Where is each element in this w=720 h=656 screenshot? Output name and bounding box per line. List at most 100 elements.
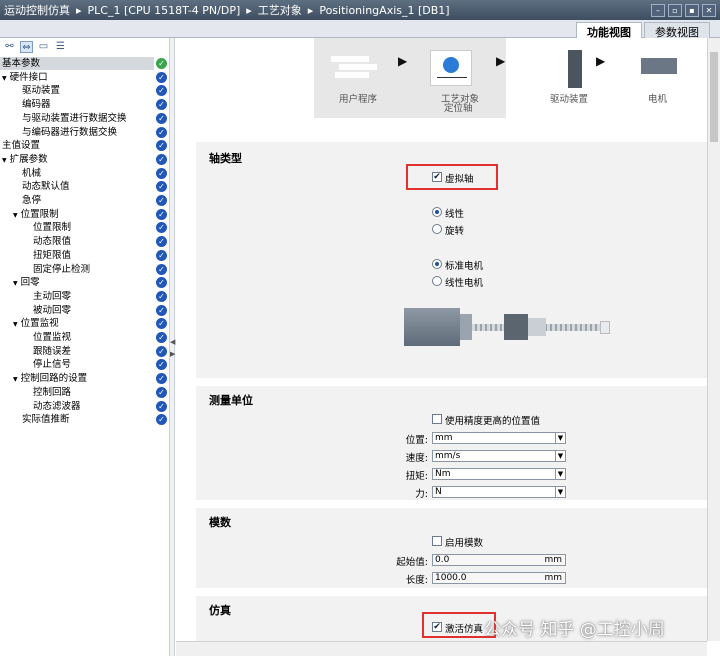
tab-function-view[interactable]: 功能视图 bbox=[576, 22, 642, 39]
nav-item[interactable]: 主值设置 bbox=[0, 139, 154, 152]
nav-item-label: 控制回路的设置 bbox=[20, 373, 88, 385]
high-precision-checkbox[interactable] bbox=[432, 414, 442, 424]
nav-item[interactable]: 主动回零 bbox=[0, 290, 154, 303]
modulo-start-unit: mm bbox=[544, 555, 562, 565]
nav-item-label: 机械 bbox=[22, 167, 42, 179]
activate-simulation-checkbox[interactable]: ✔ bbox=[432, 622, 442, 632]
nav-item[interactable]: 急停 bbox=[0, 194, 154, 207]
linear-radio[interactable] bbox=[432, 207, 442, 217]
nav-item[interactable]: 动态滤波器 bbox=[0, 400, 154, 413]
scroll-thumb[interactable] bbox=[710, 52, 718, 142]
velocity-unit-select[interactable]: mm/s ▼ bbox=[432, 450, 566, 462]
chevron-down-icon[interactable]: ▼ bbox=[555, 433, 565, 443]
expand-toggle-icon[interactable]: ▼ bbox=[13, 376, 18, 383]
axis-view-icon[interactable]: ⇔ bbox=[20, 41, 33, 53]
breadcrumb-axis[interactable]: PositioningAxis_1 [DB1] bbox=[319, 4, 449, 17]
virtual-axis-checkbox[interactable]: ✔ bbox=[432, 172, 442, 182]
expand-toggle-icon[interactable]: ▼ bbox=[2, 157, 7, 164]
nav-item[interactable]: 机械 bbox=[0, 167, 154, 180]
standard-motor-radio[interactable] bbox=[432, 259, 442, 269]
nav-item-label: 与驱动装置进行数据交换 bbox=[22, 112, 127, 124]
breadcrumb-project[interactable]: 运动控制仿真 bbox=[4, 2, 70, 18]
nav-item[interactable]: 驱动装置 bbox=[0, 84, 154, 97]
nav-item[interactable]: 固定停止检测 bbox=[0, 263, 154, 276]
status-check-icon: ✓ bbox=[156, 236, 167, 248]
nav-item[interactable]: 位置限制 bbox=[0, 221, 154, 234]
expand-toggle-icon[interactable]: ▼ bbox=[2, 75, 7, 82]
modulo-start-input[interactable]: 0.0 mm bbox=[432, 554, 566, 566]
modulo-length-value: 1000.0 bbox=[435, 573, 467, 583]
expand-right-icon[interactable]: ▶ bbox=[170, 350, 175, 358]
nav-item[interactable]: 实际值推断 bbox=[0, 413, 154, 426]
motor-icon bbox=[641, 58, 677, 74]
nav-item[interactable]: 位置监视 bbox=[0, 331, 154, 344]
list-view-icon[interactable]: ☰ bbox=[54, 41, 67, 53]
nav-item-label: 停止信号 bbox=[33, 359, 72, 371]
expand-toggle-icon[interactable]: ▼ bbox=[13, 321, 18, 328]
position-unit-select[interactable]: mm ▼ bbox=[432, 432, 566, 444]
folder-view-icon[interactable]: ▭ bbox=[37, 41, 50, 53]
nav-item[interactable]: 控制回路 bbox=[0, 386, 154, 399]
nav-item-label: 控制回路 bbox=[33, 386, 72, 398]
nav-item[interactable]: 编码器 bbox=[0, 98, 154, 111]
torque-unit-select[interactable]: Nm ▼ bbox=[432, 468, 566, 480]
breadcrumb-technology-objects[interactable]: 工艺对象 bbox=[258, 2, 302, 18]
status-check-icon: ✓ bbox=[156, 126, 167, 138]
status-check-icon: ✓ bbox=[156, 167, 167, 179]
status-check-icon: ✓ bbox=[156, 195, 167, 206]
minimize-button[interactable]: – bbox=[651, 3, 665, 17]
force-unit-select[interactable]: N ▼ bbox=[432, 486, 566, 498]
expand-toggle-icon[interactable]: ▼ bbox=[13, 212, 18, 219]
status-check-icon: ✓ bbox=[156, 290, 167, 302]
nav-item-label: 与编码器进行数据交换 bbox=[22, 126, 118, 138]
nav-item[interactable]: ▼ 回零 bbox=[0, 276, 154, 289]
restore-button[interactable]: ▫ bbox=[668, 3, 682, 17]
position-unit-value: mm bbox=[435, 433, 453, 443]
tab-parameter-view[interactable]: 参数视图 bbox=[644, 22, 710, 39]
tree-view-icon[interactable]: ⚯ bbox=[3, 41, 16, 53]
breadcrumb-separator: ▸ bbox=[307, 3, 314, 17]
modulo-length-input[interactable]: 1000.0 mm bbox=[432, 572, 566, 584]
chevron-down-icon[interactable]: ▼ bbox=[555, 451, 565, 461]
expand-toggle-icon[interactable]: ▼ bbox=[13, 280, 18, 287]
nav-item[interactable]: ▼ 扩展参数 bbox=[0, 153, 154, 166]
diagram-label-positioning-axis: 定位轴 bbox=[444, 103, 473, 114]
nav-item[interactable]: ▼ 硬件接口 bbox=[0, 71, 154, 84]
nav-item-label: 编码器 bbox=[22, 99, 51, 111]
nav-item[interactable]: 基本参数 bbox=[0, 57, 154, 70]
standard-motor-label: 标准电机 bbox=[445, 261, 484, 272]
breadcrumb-plc[interactable]: PLC_1 [CPU 1518T-4 PN/DP] bbox=[88, 4, 241, 17]
linear-motor-radio[interactable] bbox=[432, 276, 442, 286]
nav-item[interactable]: 扭矩限值 bbox=[0, 249, 154, 262]
nav-item-label: 实际值推断 bbox=[22, 414, 70, 426]
maximize-button[interactable]: ▪ bbox=[685, 3, 699, 17]
nav-item[interactable]: 动态默认值 bbox=[0, 180, 154, 193]
nav-item[interactable]: 动态限值 bbox=[0, 235, 154, 248]
nav-item[interactable]: 被动回零 bbox=[0, 304, 154, 317]
nav-item[interactable]: ▼ 位置监视 bbox=[0, 317, 154, 330]
nav-item[interactable]: 跟随误差 bbox=[0, 345, 154, 358]
modulo-section: 模数 启用模数 起始值: 0.0 mm 长度: 1000.0 mm bbox=[196, 508, 707, 588]
virtual-axis-label: 虚拟轴 bbox=[445, 174, 474, 185]
nav-item[interactable]: ▼ 控制回路的设置 bbox=[0, 372, 154, 385]
chevron-down-icon[interactable]: ▼ bbox=[555, 487, 565, 497]
status-check-icon: ✓ bbox=[156, 153, 167, 165]
status-check-icon: ✓ bbox=[156, 249, 167, 261]
nav-item[interactable]: ▼ 位置限制 bbox=[0, 208, 154, 221]
rotary-radio[interactable] bbox=[432, 224, 442, 234]
vertical-scrollbar[interactable] bbox=[707, 38, 720, 641]
nav-item-label: 扩展参数 bbox=[9, 153, 48, 165]
breadcrumb-separator: ▸ bbox=[246, 3, 252, 17]
collapse-left-icon[interactable]: ◀ bbox=[170, 338, 175, 346]
horizontal-scrollbar[interactable] bbox=[176, 641, 707, 656]
status-check-icon: ✓ bbox=[156, 277, 167, 289]
nav-item[interactable]: 与编码器进行数据交换 bbox=[0, 126, 154, 139]
panel-splitter[interactable]: ◀ ▶ bbox=[169, 38, 175, 656]
nav-item[interactable]: 停止信号 bbox=[0, 358, 154, 371]
section-title: 模数 bbox=[209, 516, 231, 529]
chevron-down-icon[interactable]: ▼ bbox=[555, 469, 565, 479]
breadcrumb-separator: ▸ bbox=[76, 3, 82, 17]
nav-item[interactable]: 与驱动装置进行数据交换 bbox=[0, 112, 154, 125]
close-button[interactable]: ✕ bbox=[702, 3, 716, 17]
enable-modulo-checkbox[interactable] bbox=[432, 536, 442, 546]
